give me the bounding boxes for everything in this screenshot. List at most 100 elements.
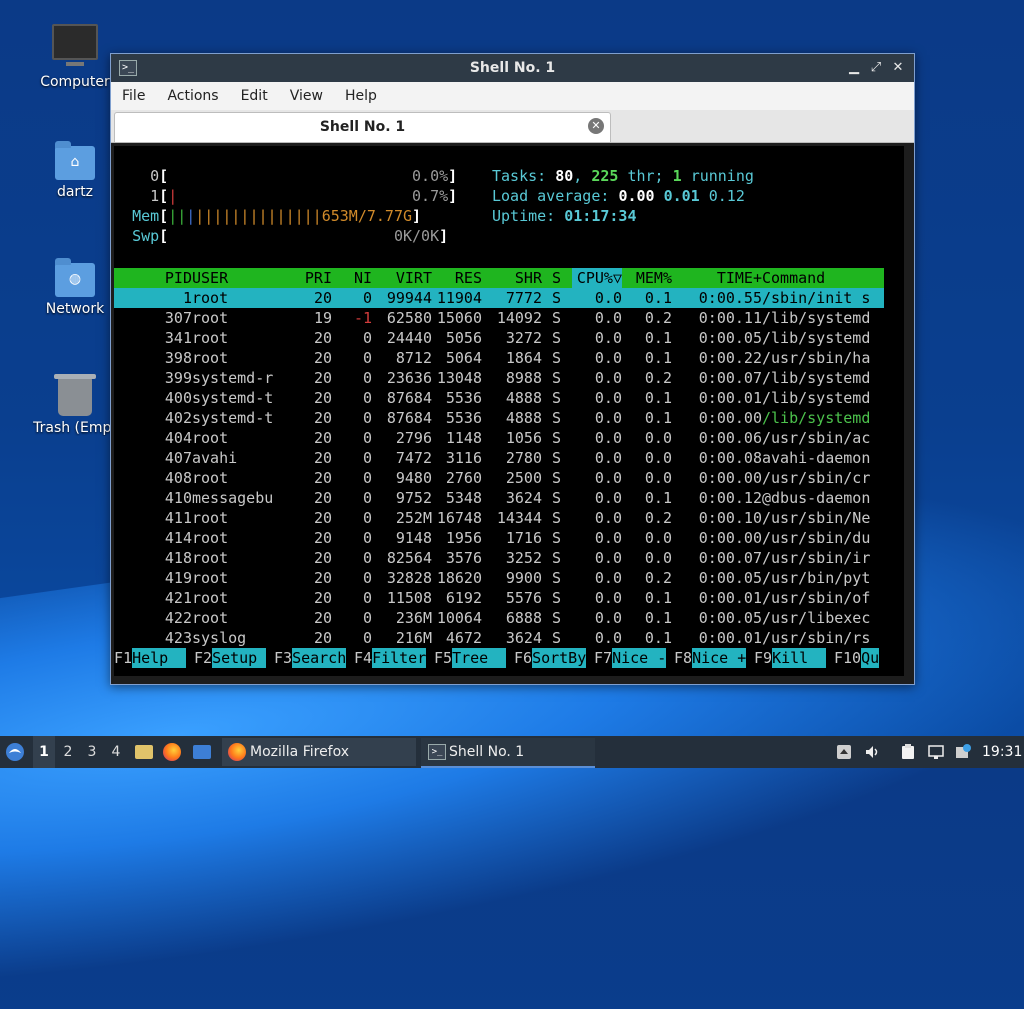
cell-state: S <box>552 329 562 347</box>
workspace-4[interactable]: 4 <box>105 736 127 768</box>
cell-state: S <box>552 409 562 427</box>
column-header-shr[interactable]: SHR <box>482 268 542 288</box>
network-icon[interactable] <box>928 744 944 760</box>
process-row[interactable]: 341 root 20 0 24440 5056 3272 S 0.0 0.1 0:00.05/li… <box>114 328 884 348</box>
column-header-virt[interactable]: VIRT <box>372 268 432 288</box>
tab-close-icon[interactable]: ✕ <box>588 118 604 134</box>
window-titlebar[interactable]: >_ Shell No. 1 ▁ ⤢ ✕ <box>111 54 914 82</box>
workspace-3[interactable]: 3 <box>81 736 103 768</box>
cell-ni: 0 <box>362 389 372 407</box>
process-row[interactable]: 411 root 20 0 252M 16748 14344 S 0.0 0.2 0:00.10/u… <box>114 508 884 528</box>
terminal-area[interactable]: 0[ 0.0%] 1[| 0.7%] Mem[|||||||||||||||||… <box>114 146 904 676</box>
process-row[interactable]: 421 root 20 0 11508 6192 5576 S 0.0 0.1 0:00.01/us… <box>114 588 884 608</box>
column-header-time[interactable]: TIME+ <box>692 268 762 288</box>
workspace-1[interactable]: 1 <box>33 736 55 768</box>
process-row[interactable]: 422 root 20 0 236M 10064 6888 S 0.0 0.1 0:00.05/us… <box>114 608 884 628</box>
column-header-command[interactable]: Command <box>762 268 884 288</box>
menu-view[interactable]: View <box>279 88 334 104</box>
menu-file[interactable]: File <box>111 88 156 104</box>
desktop-icon-trash[interactable]: Trash (Empt <box>27 374 123 436</box>
cell-mem: 0.2 <box>644 309 672 327</box>
fkey-f6[interactable]: F6SortBy <box>514 648 587 668</box>
process-row[interactable]: 414 root 20 0 9148 1956 1716 S 0.0 0.0 0:00.00/usr… <box>114 528 884 548</box>
minimize-icon[interactable]: ▁ <box>846 60 862 76</box>
cell-res: 18620 <box>436 569 482 587</box>
process-row[interactable]: 407 avahi 20 0 7472 3116 2780 S 0.0 0.0 0:00.08 ava… <box>114 448 884 468</box>
app-menu-icon[interactable] <box>4 736 30 768</box>
tab-strip: Shell No. 1 ✕ <box>111 110 914 143</box>
cell-cpu: 0.0 <box>594 529 622 547</box>
cell-cpu: 0.0 <box>594 389 622 407</box>
fkey-f3[interactable]: F3Search <box>274 648 347 668</box>
column-header-cpu[interactable]: CPU%▽ <box>572 268 622 288</box>
fkey-action: Nice - <box>612 648 667 668</box>
tasks-total: 80 <box>555 167 574 185</box>
process-row[interactable]: 402 systemd-t 20 0 87684 5536 4888 S 0.0 0.1 0:00.… <box>114 408 884 428</box>
fkey-f1[interactable]: F1Help <box>114 648 187 668</box>
column-header-res[interactable]: RES <box>432 268 482 288</box>
show-desktop-icon[interactable] <box>193 736 215 768</box>
column-header-pri[interactable]: PRI <box>292 268 332 288</box>
cell-time: 0:00.05 <box>698 569 762 587</box>
cell-mem: 0.1 <box>644 629 672 647</box>
menu-actions[interactable]: Actions <box>156 88 229 104</box>
file-manager-icon[interactable] <box>135 736 155 768</box>
process-row[interactable]: 404 root 20 0 2796 1148 1056 S 0.0 0.0 0:00.06/usr… <box>114 428 884 448</box>
task-firefox[interactable]: Mozilla Firefox <box>222 738 416 766</box>
cell-pri: 20 <box>313 449 332 467</box>
fkey-f8[interactable]: F8Nice + <box>674 648 747 668</box>
mem-meter: Mem[|||||||||||||||||653M/7.77G] <box>132 207 422 225</box>
process-row[interactable]: 419 root 20 0 32828 18620 9900 S 0.0 0.2 0:00.05/u… <box>114 568 884 588</box>
fkey-f7[interactable]: F7Nice - <box>594 648 667 668</box>
cell-ni: 0 <box>362 329 372 347</box>
cell-time: 0:00.11 <box>698 309 762 327</box>
cell-user: root <box>192 309 229 327</box>
firefox-icon[interactable] <box>163 736 185 768</box>
cell-state: S <box>552 449 562 467</box>
desktop-icon-home[interactable]: ⌂ dartz <box>27 141 123 200</box>
column-header-ni[interactable]: NI <box>342 268 372 288</box>
cell-virt: 252M <box>395 509 432 527</box>
uptime-value: 01:17:34 <box>564 207 637 225</box>
terminal-app-icon[interactable]: >_ <box>119 60 137 76</box>
process-row[interactable]: 1 root 20 0 99944 11904 7772 S 0.0 0.1 0:00.55/sbi… <box>114 288 884 308</box>
workspace-2[interactable]: 2 <box>57 736 79 768</box>
menu-edit[interactable]: Edit <box>230 88 279 104</box>
fkey-f4[interactable]: F4Filter <box>354 648 427 668</box>
tab-shell-1[interactable]: Shell No. 1 ✕ <box>114 112 611 142</box>
process-row[interactable]: 423 syslog 20 0 216M 4672 3624 S 0.0 0.1 0:00.01/u… <box>114 628 884 648</box>
column-header-state[interactable]: S <box>552 268 572 288</box>
volume-icon[interactable] <box>864 744 880 760</box>
taskbar: 1 2 3 4 Mozilla Firefox >_ Shell No. 1 1… <box>0 736 1024 768</box>
updates-icon[interactable] <box>955 744 971 760</box>
column-header-user[interactable]: USER <box>192 268 282 288</box>
column-header-pid[interactable]: PID <box>152 268 192 288</box>
process-row[interactable]: 418 root 20 0 82564 3576 3252 S 0.0 0.0 0:00.07/us… <box>114 548 884 568</box>
task-shell[interactable]: >_ Shell No. 1 <box>421 738 595 768</box>
process-row[interactable]: 408 root 20 0 9480 2760 2500 S 0.0 0.0 0:00.00/usr… <box>114 468 884 488</box>
process-table-header[interactable]: PID USER PRI NI VIRT RES SHR S CPU%▽ MEM% TIME+ Com… <box>114 268 884 288</box>
clock[interactable]: 19:31 <box>982 736 1022 768</box>
process-row[interactable]: 400 systemd-t 20 0 87684 5536 4888 S 0.0 0.1 0:00.… <box>114 388 884 408</box>
clipboard-icon[interactable] <box>900 744 916 760</box>
cell-ni: 0 <box>362 289 372 307</box>
fkey-f9[interactable]: F9Kill <box>754 648 827 668</box>
menu-help[interactable]: Help <box>334 88 388 104</box>
cell-cpu: 0.0 <box>594 289 622 307</box>
process-row[interactable]: 307 root 19 -1 62580 15060 14092 S 0.0 0.2 0:00.11… <box>114 308 884 328</box>
fkey-f5[interactable]: F5Tree <box>434 648 507 668</box>
column-header-mem[interactable]: MEM% <box>622 268 672 288</box>
fkey-f2[interactable]: F2Setup <box>194 648 267 668</box>
desktop-icon-network[interactable]: ◍ Network <box>27 258 123 317</box>
process-row[interactable]: 399 systemd-r 20 0 23636 13048 8988 S 0.0 0.2 0:00… <box>114 368 884 388</box>
process-row[interactable]: 398 root 20 0 8712 5064 1864 S 0.0 0.1 0:00.22/usr… <box>114 348 884 368</box>
eject-icon[interactable] <box>836 744 852 760</box>
desktop-icon-computer[interactable]: Computer <box>27 24 123 90</box>
cell-pid: 341 <box>164 329 192 347</box>
maximize-icon[interactable]: ⤢ <box>868 60 884 76</box>
process-row[interactable]: 410 messagebu 20 0 9752 5348 3624 S 0.0 0.1 0:00.1… <box>114 488 884 508</box>
cell-ni: -1 <box>353 309 372 327</box>
cell-pri: 20 <box>313 349 332 367</box>
fkey-f10[interactable]: F10Qu <box>834 648 880 668</box>
close-icon[interactable]: ✕ <box>890 60 906 76</box>
